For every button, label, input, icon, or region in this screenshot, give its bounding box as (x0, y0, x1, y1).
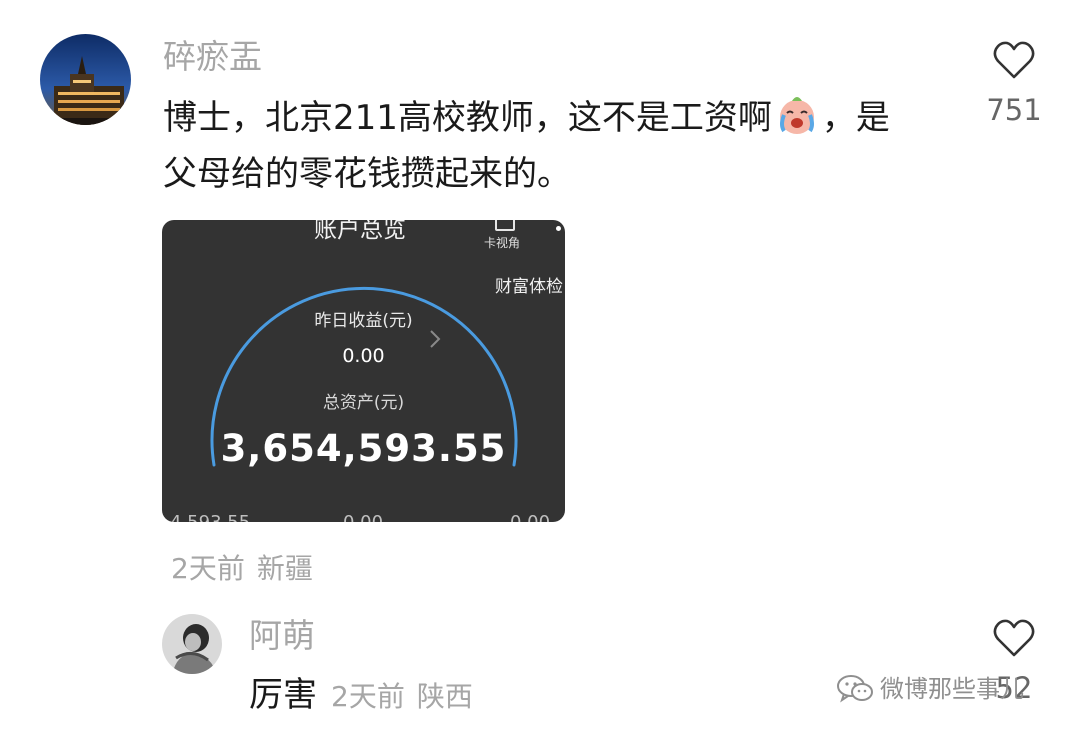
comment-location: 陕西 (416, 680, 473, 713)
card-view-label: 卡视角 (484, 236, 521, 250)
comment-line: 博士，北京211高校教师，这不是工资啊 ，是 (163, 90, 963, 146)
comment-text-part: ，是 (821, 98, 890, 138)
wechat-icon (836, 673, 874, 703)
like-count: 751 (986, 93, 1042, 127)
card-view-icon (495, 220, 515, 231)
comment-time: 2天前 (171, 552, 245, 585)
clipped-value: 4,593.55 (170, 512, 250, 522)
reply-content: 厉害 2天前 陕西 (249, 676, 473, 716)
username[interactable]: 阿萌 (249, 616, 315, 656)
account-overview-title: 账户总览 (314, 220, 406, 243)
avatar-image (162, 614, 222, 674)
clipped-value: 0.00 (510, 512, 550, 522)
total-assets-value: 3,654,593.55 (220, 427, 507, 470)
comment-meta: 2天前 新疆 (171, 551, 313, 587)
wealth-check-label: 财富体检 (495, 277, 563, 297)
total-assets-label: 总资产(元) (322, 393, 405, 413)
heart-outline-icon[interactable] (982, 40, 1046, 80)
avatar-image (40, 34, 131, 125)
avatar[interactable] (40, 34, 131, 125)
comment-list: 碎瘀盂 博士，北京211高校教师，这不是工资啊 ，是 父母给的零花钱攒起来的。 … (0, 0, 1080, 739)
comment-text: 博士，北京211高校教师，这不是工资啊 ，是 父母给的零花钱攒起来的。 (163, 90, 963, 202)
heart-outline-icon[interactable] (982, 618, 1046, 658)
attached-image[interactable]: 账户总览 卡视角 财富体检 昨日收益(元) 0.00 总资产(元) 3,654,… (162, 220, 565, 522)
watermark-text: 微博那些事儿 (880, 675, 1024, 703)
comment-text: 厉害 (249, 675, 317, 715)
like-button[interactable]: 751 (982, 40, 1046, 128)
dot-icon (556, 226, 561, 231)
comment-line: 父母给的零花钱攒起来的。 (163, 154, 571, 194)
clipped-value: 0.00 (343, 512, 383, 522)
yesterday-earnings-value: 0.00 (342, 345, 385, 367)
crying-face-emoji (774, 91, 820, 137)
comment-location: 新疆 (256, 552, 313, 585)
yesterday-earnings-label: 昨日收益(元) (314, 311, 413, 331)
avatar[interactable] (162, 614, 222, 674)
gauge-arc (210, 286, 518, 467)
comment-text-part: 博士，北京211高校教师，这不是工资啊 (163, 98, 772, 138)
comment-time: 2天前 (331, 680, 405, 713)
watermark: 微博那些事儿 (836, 672, 1024, 706)
username[interactable]: 碎瘀盂 (163, 37, 262, 77)
